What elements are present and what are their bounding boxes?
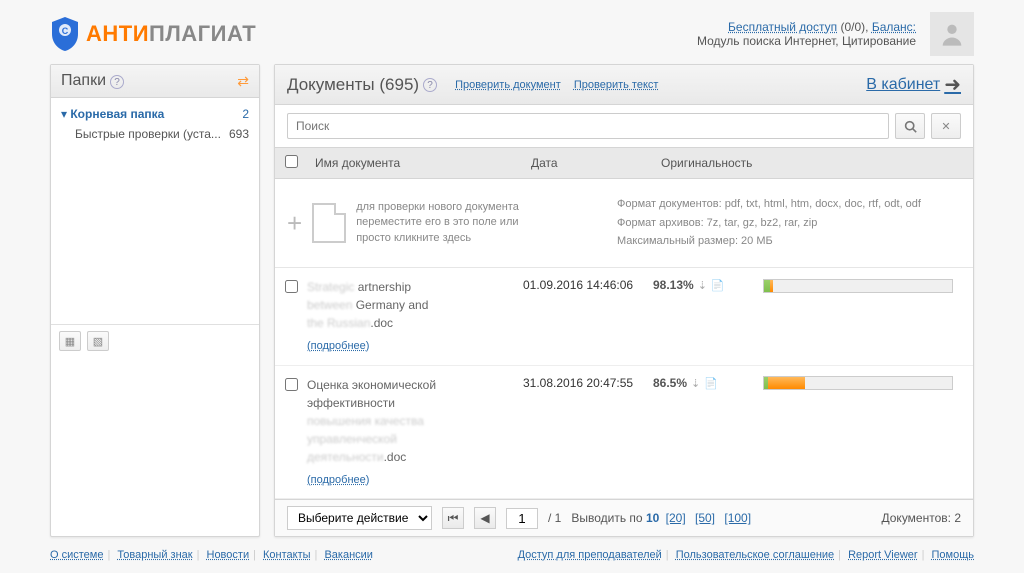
- link-trademark[interactable]: Товарный знак: [117, 549, 192, 561]
- search-input[interactable]: [287, 113, 889, 139]
- folder-quick-checks[interactable]: Быстрые проверки (уста... 693: [61, 124, 249, 144]
- page-total: / 1: [548, 511, 561, 525]
- brand-logo: С АНТИПЛАГИАТ: [50, 16, 256, 52]
- download-icon[interactable]: ⇣: [691, 378, 700, 390]
- account-info: Бесплатный доступ (0/0), Баланс: Модуль …: [697, 20, 916, 48]
- report-icon[interactable]: 📄: [704, 378, 718, 390]
- perpage-50[interactable]: [50]: [695, 511, 715, 525]
- perpage-20[interactable]: [20]: [666, 511, 686, 525]
- upload-dropzone[interactable]: + для проверки нового документа перемест…: [275, 179, 973, 268]
- row-checkbox[interactable]: [285, 378, 298, 391]
- originality-bar: [763, 279, 953, 293]
- page-number-input[interactable]: [506, 508, 538, 529]
- folder-add-icon[interactable]: ▧: [87, 331, 109, 351]
- col-date[interactable]: Дата: [523, 149, 653, 177]
- documents-count: Документов: 2: [882, 511, 962, 525]
- col-name[interactable]: Имя документа: [307, 149, 523, 177]
- footer-right-links: Доступ для преподавателей| Пользовательс…: [518, 549, 974, 561]
- folders-title: Папки: [61, 72, 106, 89]
- help-icon[interactable]: ?: [423, 78, 437, 92]
- search-button[interactable]: [895, 113, 925, 139]
- link-about[interactable]: О системе: [50, 549, 103, 561]
- col-originality[interactable]: Оригинальность: [653, 149, 763, 177]
- link-help[interactable]: Помощь: [932, 549, 975, 561]
- documents-title: Документы: [287, 75, 375, 94]
- folder-grid-icon[interactable]: ▦: [59, 331, 81, 351]
- plus-icon: +: [287, 208, 302, 239]
- page-first-button[interactable]: ⏮: [442, 507, 464, 529]
- select-all-checkbox[interactable]: [285, 155, 298, 168]
- bulk-action-select[interactable]: Выберите действие: [287, 506, 432, 530]
- link-news[interactable]: Новости: [207, 549, 250, 561]
- exit-icon: ➜: [944, 72, 961, 97]
- details-link[interactable]: (подробнее): [307, 472, 523, 489]
- details-link[interactable]: (подробнее): [307, 338, 523, 355]
- report-icon[interactable]: 📄: [711, 280, 725, 292]
- table-header: Имя документа Дата Оригинальность: [275, 147, 973, 179]
- link-terms[interactable]: Пользовательское соглашение: [676, 549, 834, 561]
- link-report-viewer[interactable]: Report Viewer: [848, 549, 918, 561]
- help-icon[interactable]: ?: [110, 75, 124, 89]
- row-checkbox[interactable]: [285, 280, 298, 293]
- shield-icon: С: [50, 16, 80, 52]
- documents-panel: Документы (695) ? Проверить документ Про…: [274, 64, 974, 537]
- document-icon: [312, 203, 346, 243]
- clear-search-button[interactable]: ✕: [931, 113, 961, 139]
- check-text-link[interactable]: Проверить текст: [574, 79, 659, 91]
- cabinet-link[interactable]: В кабинет➜: [866, 72, 961, 97]
- footer-left-links: О системе| Товарный знак| Новости| Конта…: [50, 549, 373, 561]
- folder-root[interactable]: ▾ Корневая папка 2: [61, 104, 249, 124]
- document-date: 31.08.2016 20:47:55: [523, 376, 653, 390]
- document-name[interactable]: Strategic artnership between Germany and…: [307, 278, 523, 355]
- table-row: Strategic artnership between Germany and…: [275, 268, 973, 366]
- page-prev-button[interactable]: ◀: [474, 507, 496, 529]
- link-contacts[interactable]: Контакты: [263, 549, 311, 561]
- per-page: Выводить по 10 [20] [50] [100]: [571, 511, 754, 525]
- free-access-link[interactable]: Бесплатный доступ: [728, 20, 837, 34]
- originality-percent: 86.5%: [653, 376, 687, 390]
- table-row: Оценка экономической эффективности повыш…: [275, 366, 973, 500]
- check-document-link[interactable]: Проверить документ: [455, 79, 561, 91]
- originality-percent: 98.13%: [653, 278, 694, 292]
- document-date: 01.09.2016 14:46:06: [523, 278, 653, 292]
- perpage-100[interactable]: [100]: [724, 511, 751, 525]
- document-name[interactable]: Оценка экономической эффективности повыш…: [307, 376, 523, 489]
- svg-text:С: С: [62, 26, 69, 36]
- balance-link[interactable]: Баланс:: [872, 20, 916, 34]
- originality-bar: [763, 376, 953, 390]
- folders-panel: Папки? ⇄ ▾ Корневая папка 2 Быстрые пров…: [50, 64, 260, 537]
- avatar[interactable]: [930, 12, 974, 56]
- link-teachers[interactable]: Доступ для преподавателей: [518, 549, 662, 561]
- swap-icon[interactable]: ⇄: [237, 73, 249, 90]
- download-icon[interactable]: ⇣: [698, 280, 707, 292]
- link-jobs[interactable]: Вакансии: [324, 549, 373, 561]
